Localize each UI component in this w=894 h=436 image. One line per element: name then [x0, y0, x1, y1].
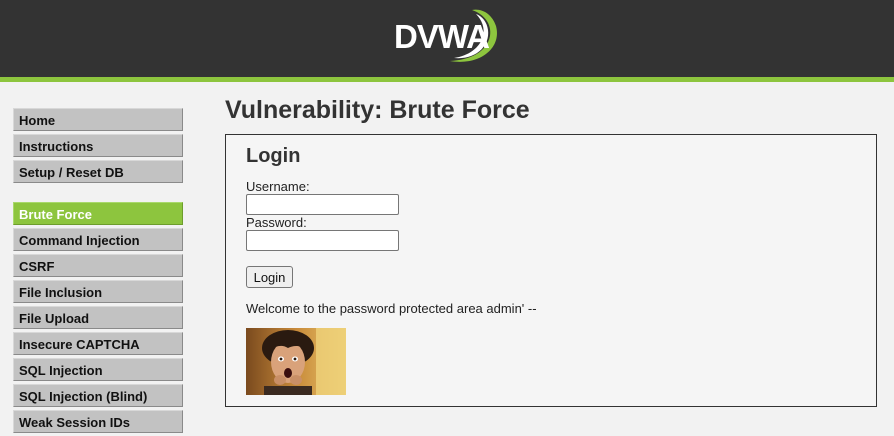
menu-group-vulnerabilities: Brute Force Command Injection CSRF File …: [13, 202, 183, 433]
page-title: Vulnerability: Brute Force: [225, 96, 530, 124]
user-avatar-photo: [246, 328, 346, 395]
sidebar-item-home[interactable]: Home: [13, 108, 183, 131]
sidebar-item-file-upload[interactable]: File Upload: [13, 306, 183, 329]
login-heading: Login: [246, 145, 301, 167]
logo-text: DVWA: [394, 18, 490, 55]
password-input[interactable]: [246, 230, 399, 251]
login-button[interactable]: Login: [246, 266, 293, 288]
sidebar-item-brute-force[interactable]: Brute Force: [13, 202, 183, 225]
password-label: Password:: [246, 215, 307, 230]
sidebar-item-setup-reset-db[interactable]: Setup / Reset DB: [13, 160, 183, 183]
sidebar-item-weak-session-ids[interactable]: Weak Session IDs: [13, 410, 183, 433]
page-header: DVWA: [0, 0, 894, 77]
user-photo-image-icon: [246, 328, 346, 395]
sidebar-item-sql-injection-blind[interactable]: SQL Injection (Blind): [13, 384, 183, 407]
menu-group-general: Home Instructions Setup / Reset DB: [13, 108, 183, 183]
sidebar-item-csrf[interactable]: CSRF: [13, 254, 183, 277]
dvwa-logo[interactable]: DVWA: [392, 6, 504, 68]
username-label: Username:: [246, 179, 310, 194]
sidebar-menu: Home Instructions Setup / Reset DB Brute…: [13, 108, 183, 436]
username-input[interactable]: [246, 194, 399, 215]
sidebar-item-command-injection[interactable]: Command Injection: [13, 228, 183, 251]
sidebar-item-instructions[interactable]: Instructions: [13, 134, 183, 157]
login-panel: Login Username: Password: Login Welcome …: [225, 134, 877, 407]
sidebar-item-sql-injection[interactable]: SQL Injection: [13, 358, 183, 381]
sidebar-item-insecure-captcha[interactable]: Insecure CAPTCHA: [13, 332, 183, 355]
welcome-message: Welcome to the password protected area a…: [246, 301, 537, 316]
header-accent-stripe: [0, 77, 894, 82]
sidebar-item-file-inclusion[interactable]: File Inclusion: [13, 280, 183, 303]
